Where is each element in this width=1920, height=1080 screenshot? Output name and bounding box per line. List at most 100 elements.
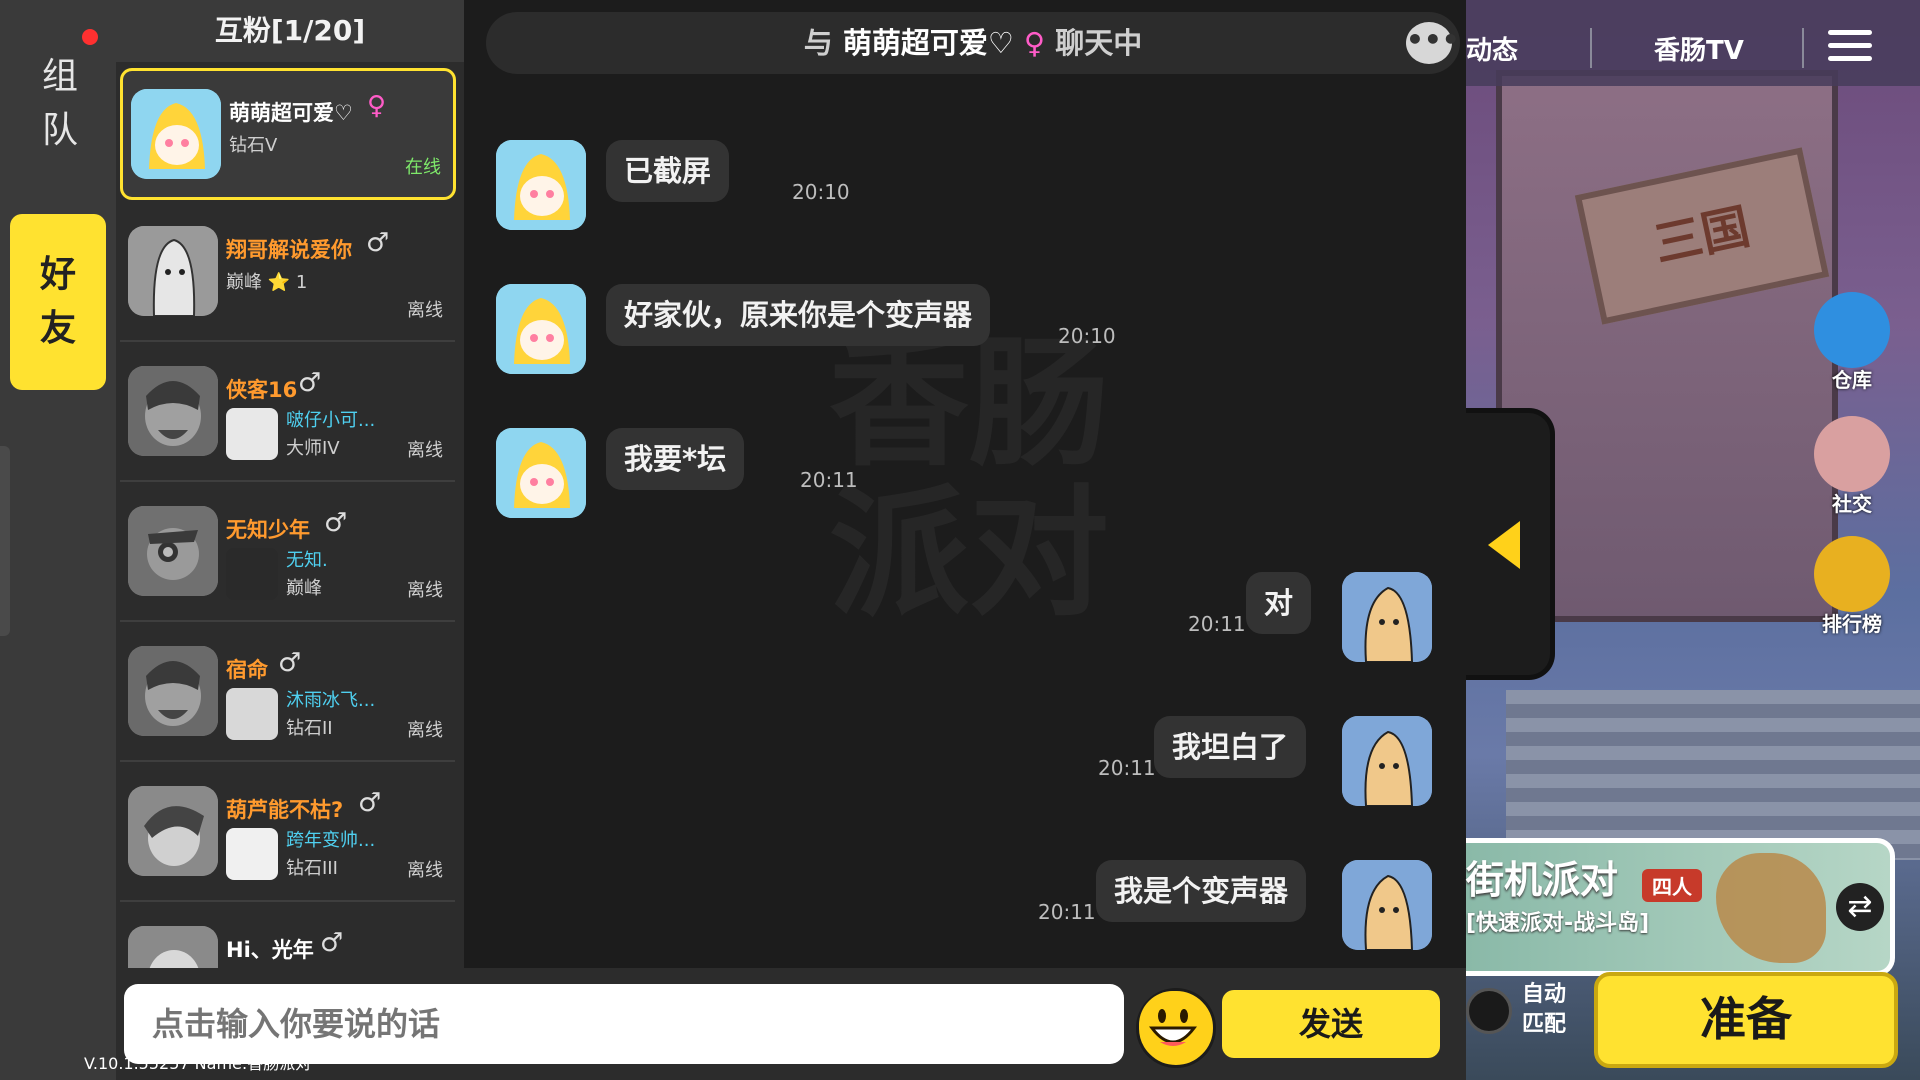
chat-messages-area[interactable]: 香肠 派对 已截屏 20:10 好家伙，原来你是个变声器 20:10 我要*坛 2… <box>464 0 1464 970</box>
nav-dynamic[interactable]: 动态 <box>1466 30 1518 67</box>
avatar[interactable] <box>496 428 586 518</box>
friend-name: 宿命 <box>226 658 268 682</box>
friends-tab[interactable]: 好友 <box>10 214 106 390</box>
female-icon: ♀ <box>1023 26 1046 60</box>
nav-divider <box>1802 28 1804 68</box>
team-avatar <box>226 408 278 460</box>
avatar[interactable] <box>496 284 586 374</box>
friend-status: 离线 <box>407 580 443 601</box>
trophy-icon <box>1814 536 1890 612</box>
auto-match-label: 自动匹配 <box>1522 982 1567 1037</box>
friend-item[interactable]: 翔哥解说爱你 ♂ 巅峰 ⭐ 1 离线 <box>120 208 455 342</box>
male-icon: ♂ <box>358 788 382 818</box>
friend-item[interactable]: 萌萌超可爱♡ ♀ 钻石V 在线 <box>120 68 456 200</box>
chat-title-suffix: 聊天中 <box>1055 26 1143 60</box>
team-avatar <box>226 828 278 880</box>
friend-name: 无知少年 <box>226 518 310 542</box>
emoji-button[interactable] <box>1136 988 1216 1068</box>
ready-button[interactable]: 准备 <box>1594 972 1898 1068</box>
more-options-icon[interactable]: ••• <box>1406 22 1460 64</box>
male-icon: ♂ <box>324 508 348 538</box>
arrow-left-icon <box>1488 521 1520 569</box>
avatar[interactable] <box>1342 572 1432 662</box>
male-icon: ♂ <box>320 928 344 958</box>
chat-title-prefix: 与 <box>803 26 833 60</box>
male-icon: ♂ <box>366 228 390 258</box>
message-bubble: 好家伙，原来你是个变声器 <box>606 284 991 346</box>
avatar[interactable] <box>1342 860 1432 950</box>
friend-status: 在线 <box>405 157 441 178</box>
rail-scroll-handle[interactable] <box>0 446 10 636</box>
friend-rank: 巅峰 ⭐ 1 <box>226 272 308 293</box>
smiley-icon <box>1139 991 1207 1059</box>
friends-list-header: 互粉[1/20] <box>116 0 464 62</box>
warehouse-label: 仓库 <box>1832 368 1872 392</box>
collapse-panel-button[interactable] <box>1466 408 1555 680</box>
avatar <box>131 89 221 179</box>
team-member-rank: 巅峰 <box>286 578 322 599</box>
message-time: 20:11 <box>1188 612 1246 636</box>
message-time: 20:10 <box>792 180 850 204</box>
avatar <box>128 786 218 876</box>
chat-title-name: 萌萌超可爱♡ <box>842 26 1014 60</box>
warehouse-icon <box>1814 292 1890 368</box>
notification-dot <box>82 29 98 45</box>
leaderboard-button[interactable]: 排行榜 <box>1810 536 1894 637</box>
social-button[interactable]: 社交 <box>1810 416 1894 517</box>
team-avatar <box>226 688 278 740</box>
team-member-name: 沐雨冰飞... <box>286 690 376 711</box>
team-tab[interactable]: 组队 <box>40 50 80 158</box>
friend-rank: 钻石V <box>229 135 278 156</box>
send-button[interactable]: 发送 <box>1222 990 1440 1058</box>
friend-item[interactable]: 宿命 ♂ 沐雨冰飞... 钻石II 离线 <box>120 628 455 762</box>
nav-divider <box>1590 28 1592 68</box>
leaderboard-label: 排行榜 <box>1822 612 1882 636</box>
avatar <box>128 366 218 456</box>
message-time: 20:11 <box>800 468 858 492</box>
avatar <box>128 226 218 316</box>
avatar <box>128 506 218 596</box>
friend-name: 侠客16 <box>226 378 298 402</box>
friends-list-panel: 互粉[1/20] 萌萌超可爱♡ ♀ 钻石V 在线 翔哥解说爱你 ♂ 巅峰 ⭐ 1… <box>116 0 464 1080</box>
team-avatar <box>226 548 278 600</box>
message-time: 20:10 <box>1058 324 1116 348</box>
avatar <box>128 646 218 736</box>
friend-item[interactable]: 侠客16 ♂ 啵仔小可... 大师IV 离线 <box>120 348 455 482</box>
message-time: 20:11 <box>1038 900 1096 924</box>
message-bubble: 我要*坛 <box>606 428 745 490</box>
friend-item[interactable]: 葫芦能不枯? ♂ 跨年变帅... 钻石III 离线 <box>120 768 455 902</box>
auto-match-toggle[interactable]: 自动匹配 <box>1466 972 1590 1072</box>
friend-name: 翔哥解说爱你 <box>226 238 352 262</box>
game-mode-card[interactable]: 街机派对 四人 [快速派对-战斗岛] ⇄ <box>1466 838 1895 976</box>
message-bubble: 已截屏 <box>606 140 730 202</box>
message-bubble: 我是个变声器 <box>1096 860 1307 922</box>
male-icon: ♂ <box>298 368 322 398</box>
auto-match-radio[interactable] <box>1466 988 1512 1034</box>
version-text: V.10.1.55257 Name:香肠派对 <box>84 1054 312 1073</box>
menu-icon[interactable] <box>1828 30 1872 69</box>
swap-icon[interactable]: ⇄ <box>1836 883 1884 931</box>
friend-name: Hi、光年 <box>226 938 314 962</box>
warehouse-button[interactable]: 仓库 <box>1810 292 1894 393</box>
friend-status: 离线 <box>407 300 443 321</box>
team-member-rank: 钻石III <box>286 858 338 879</box>
mode-subtitle: [快速派对-战斗岛] <box>1466 911 1650 936</box>
friend-status: 离线 <box>407 440 443 461</box>
friend-name: 葫芦能不枯? <box>226 798 344 822</box>
male-icon: ♂ <box>278 648 302 678</box>
message-bubble: 对 <box>1246 572 1312 634</box>
mode-character-image <box>1716 853 1826 963</box>
chat-title-bar: 与 萌萌超可爱♡ ♀ 聊天中 ••• <box>486 12 1460 74</box>
friend-status: 离线 <box>407 860 443 881</box>
message-time: 20:11 <box>1098 756 1156 780</box>
team-member-name: 啵仔小可... <box>286 410 376 431</box>
friends-tab-label: 好友 <box>39 254 76 349</box>
friend-item[interactable]: 无知少年 ♂ 无知. 巅峰 离线 <box>120 488 455 622</box>
female-icon: ♀ <box>367 91 387 121</box>
message-bubble: 我坦白了 <box>1154 716 1307 778</box>
social-label: 社交 <box>1832 492 1872 516</box>
stairs <box>1506 690 1920 860</box>
avatar[interactable] <box>1342 716 1432 806</box>
nav-tv[interactable]: 香肠TV <box>1654 30 1744 67</box>
avatar[interactable] <box>496 140 586 230</box>
